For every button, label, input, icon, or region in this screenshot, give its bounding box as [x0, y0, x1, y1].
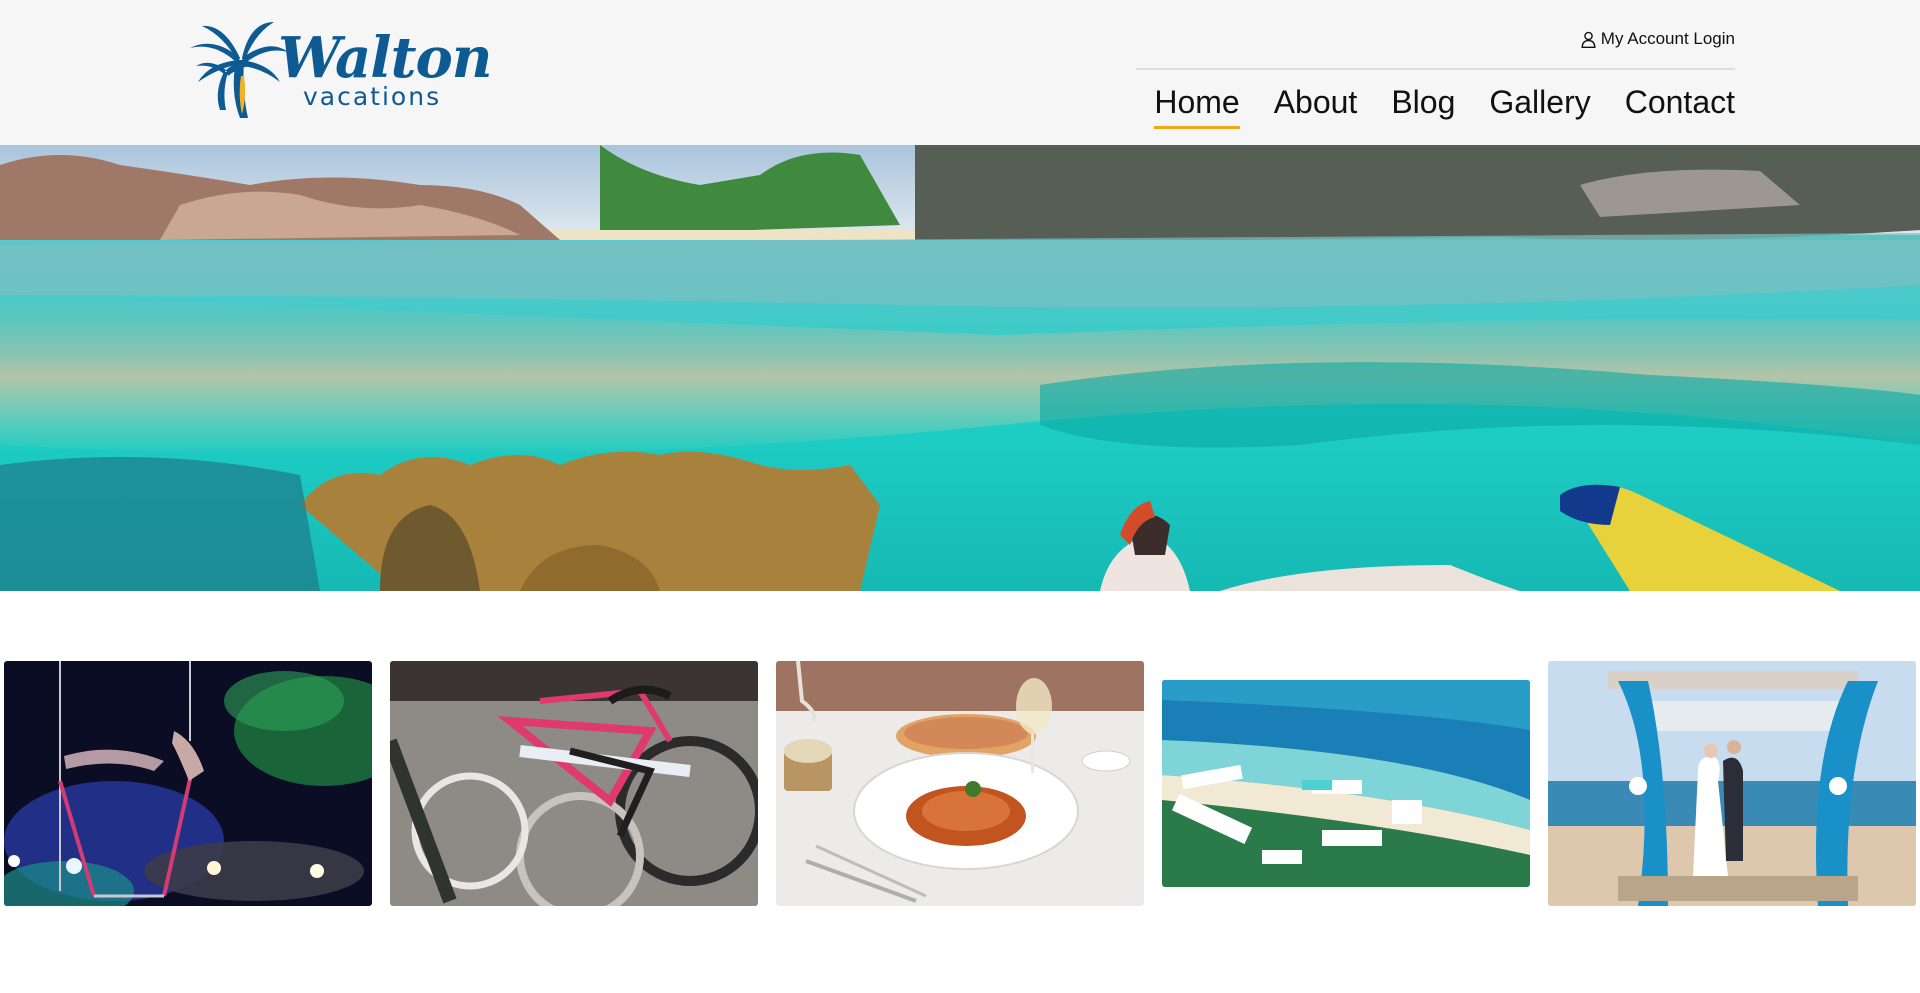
account-login-link[interactable]: My Account Login	[1581, 29, 1735, 49]
beach-resort-aerial-image	[1162, 680, 1530, 887]
photo-gallery	[4, 661, 1918, 907]
bicycles-image	[390, 661, 758, 906]
beach-wedding-gazebo-image	[1548, 661, 1916, 906]
gallery-image-dinner[interactable]	[776, 661, 1144, 906]
nav-about[interactable]: About	[1274, 82, 1358, 129]
account-login-label: My Account Login	[1600, 29, 1735, 48]
acrobats-stage-image	[4, 661, 372, 906]
gallery-image-bicycles[interactable]	[390, 661, 758, 906]
gallery-image-resort[interactable]	[1162, 680, 1530, 887]
walton-vacations-logo[interactable]: Walton vacations	[184, 18, 493, 124]
header-divider	[1136, 68, 1735, 70]
logo-wordmark: Walton	[278, 25, 493, 91]
gallery-image-wedding[interactable]	[1548, 661, 1916, 906]
nav-contact[interactable]: Contact	[1625, 82, 1735, 129]
hero-banner-image	[0, 145, 1920, 591]
nav-home[interactable]: Home	[1154, 82, 1241, 129]
nav-blog[interactable]: Blog	[1391, 82, 1455, 129]
snorkeler-scene-image	[0, 145, 1920, 591]
nav-gallery[interactable]: Gallery	[1489, 82, 1590, 129]
user-icon	[1581, 31, 1596, 48]
spaghetti-dinner-image	[776, 661, 1144, 906]
gallery-image-acrobats[interactable]	[4, 661, 372, 906]
main-nav: Home About Blog Gallery Contact	[1154, 82, 1735, 129]
logo-tagline: vacations	[303, 82, 442, 111]
site-header: Walton vacations My Account Login Home A…	[0, 0, 1920, 145]
